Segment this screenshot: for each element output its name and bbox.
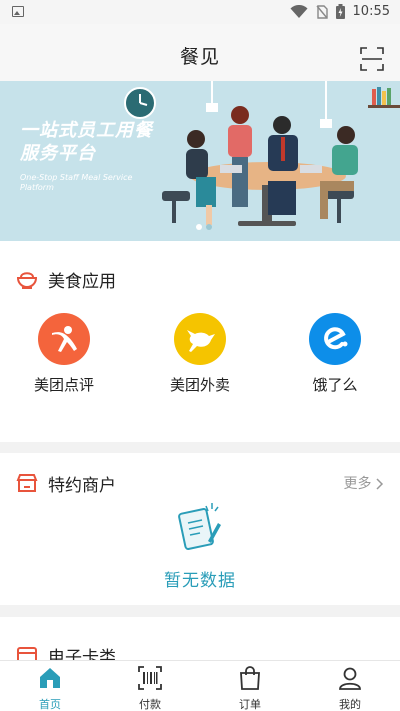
app-meituan-dianping[interactable]: 美团点评 — [19, 313, 109, 395]
home-icon — [40, 668, 60, 688]
promo-banner[interactable]: 一站式员工用餐服务平台 One-Stop Staff Meal Service … — [0, 81, 400, 241]
merchants-section: 特约商户 更多 暂无数据 — [0, 453, 400, 605]
tab-orders[interactable]: 订单 — [200, 661, 300, 711]
banner-subtitle: One-Stop Staff Meal Service Platform — [20, 173, 133, 192]
empty-notebook-icon — [178, 503, 221, 550]
status-time: 10:55 — [352, 4, 390, 19]
tab-label: 我的 — [339, 698, 361, 711]
app-label: 美团外卖 — [169, 376, 230, 394]
banner-dot-active — [196, 224, 202, 230]
app-eleme[interactable]: 饿了么 — [290, 313, 380, 395]
banner-pagination — [196, 224, 212, 230]
banner-text: 一站式员工用餐服务平台 One-Stop Staff Meal Service … — [20, 119, 165, 193]
app-header: 餐见 — [0, 24, 400, 81]
food-apps-header: 美食应用 — [16, 267, 116, 292]
scan-button[interactable] — [360, 47, 384, 71]
tab-label: 首页 — [39, 698, 61, 711]
tab-label: 订单 — [239, 698, 261, 711]
status-bar: 10:55 — [0, 0, 400, 24]
empty-state-text: 暂无数据 — [164, 571, 236, 591]
dianping-icon — [38, 313, 90, 365]
no-sim-icon — [315, 4, 328, 19]
wifi-icon — [290, 4, 308, 18]
gallery-icon — [12, 6, 24, 17]
bottom-tab-bar: 首页 付款 订单 我的 — [0, 660, 400, 711]
merchants-header: 特约商户 更多 — [16, 471, 384, 496]
tab-payment[interactable]: 付款 — [100, 661, 200, 711]
chevron-right-icon — [376, 478, 384, 490]
tab-mine[interactable]: 我的 — [300, 661, 400, 711]
tab-home[interactable]: 首页 — [0, 661, 100, 711]
bag-icon — [240, 666, 260, 690]
food-apps-title: 美食应用 — [48, 271, 116, 292]
user-icon — [339, 667, 361, 690]
app-screen: 10:55 餐见 一站式员工用餐服务平台 One-Stop Staff Meal… — [0, 0, 400, 711]
app-label: 饿了么 — [312, 376, 358, 394]
banner-title: 一站式员工用餐服务平台 — [20, 120, 153, 164]
store-icon — [16, 474, 38, 492]
battery-icon — [335, 4, 345, 19]
banner-dot — [206, 224, 212, 230]
tab-label: 付款 — [139, 698, 161, 711]
app-label: 美团点评 — [33, 376, 94, 394]
food-bowl-icon — [16, 272, 38, 289]
food-apps-section: 美食应用 美团点评 美团外卖 饿了么 — [0, 241, 400, 442]
merchants-title: 特约商户 — [48, 475, 116, 496]
kangaroo-icon — [174, 313, 226, 365]
barcode-icon — [138, 666, 162, 690]
more-label: 更多 — [343, 476, 372, 492]
page-title: 餐见 — [179, 46, 220, 68]
app-meituan-waimai[interactable]: 美团外卖 — [155, 313, 245, 395]
eleme-icon — [309, 313, 361, 365]
more-merchants-link[interactable]: 更多 — [344, 473, 384, 493]
